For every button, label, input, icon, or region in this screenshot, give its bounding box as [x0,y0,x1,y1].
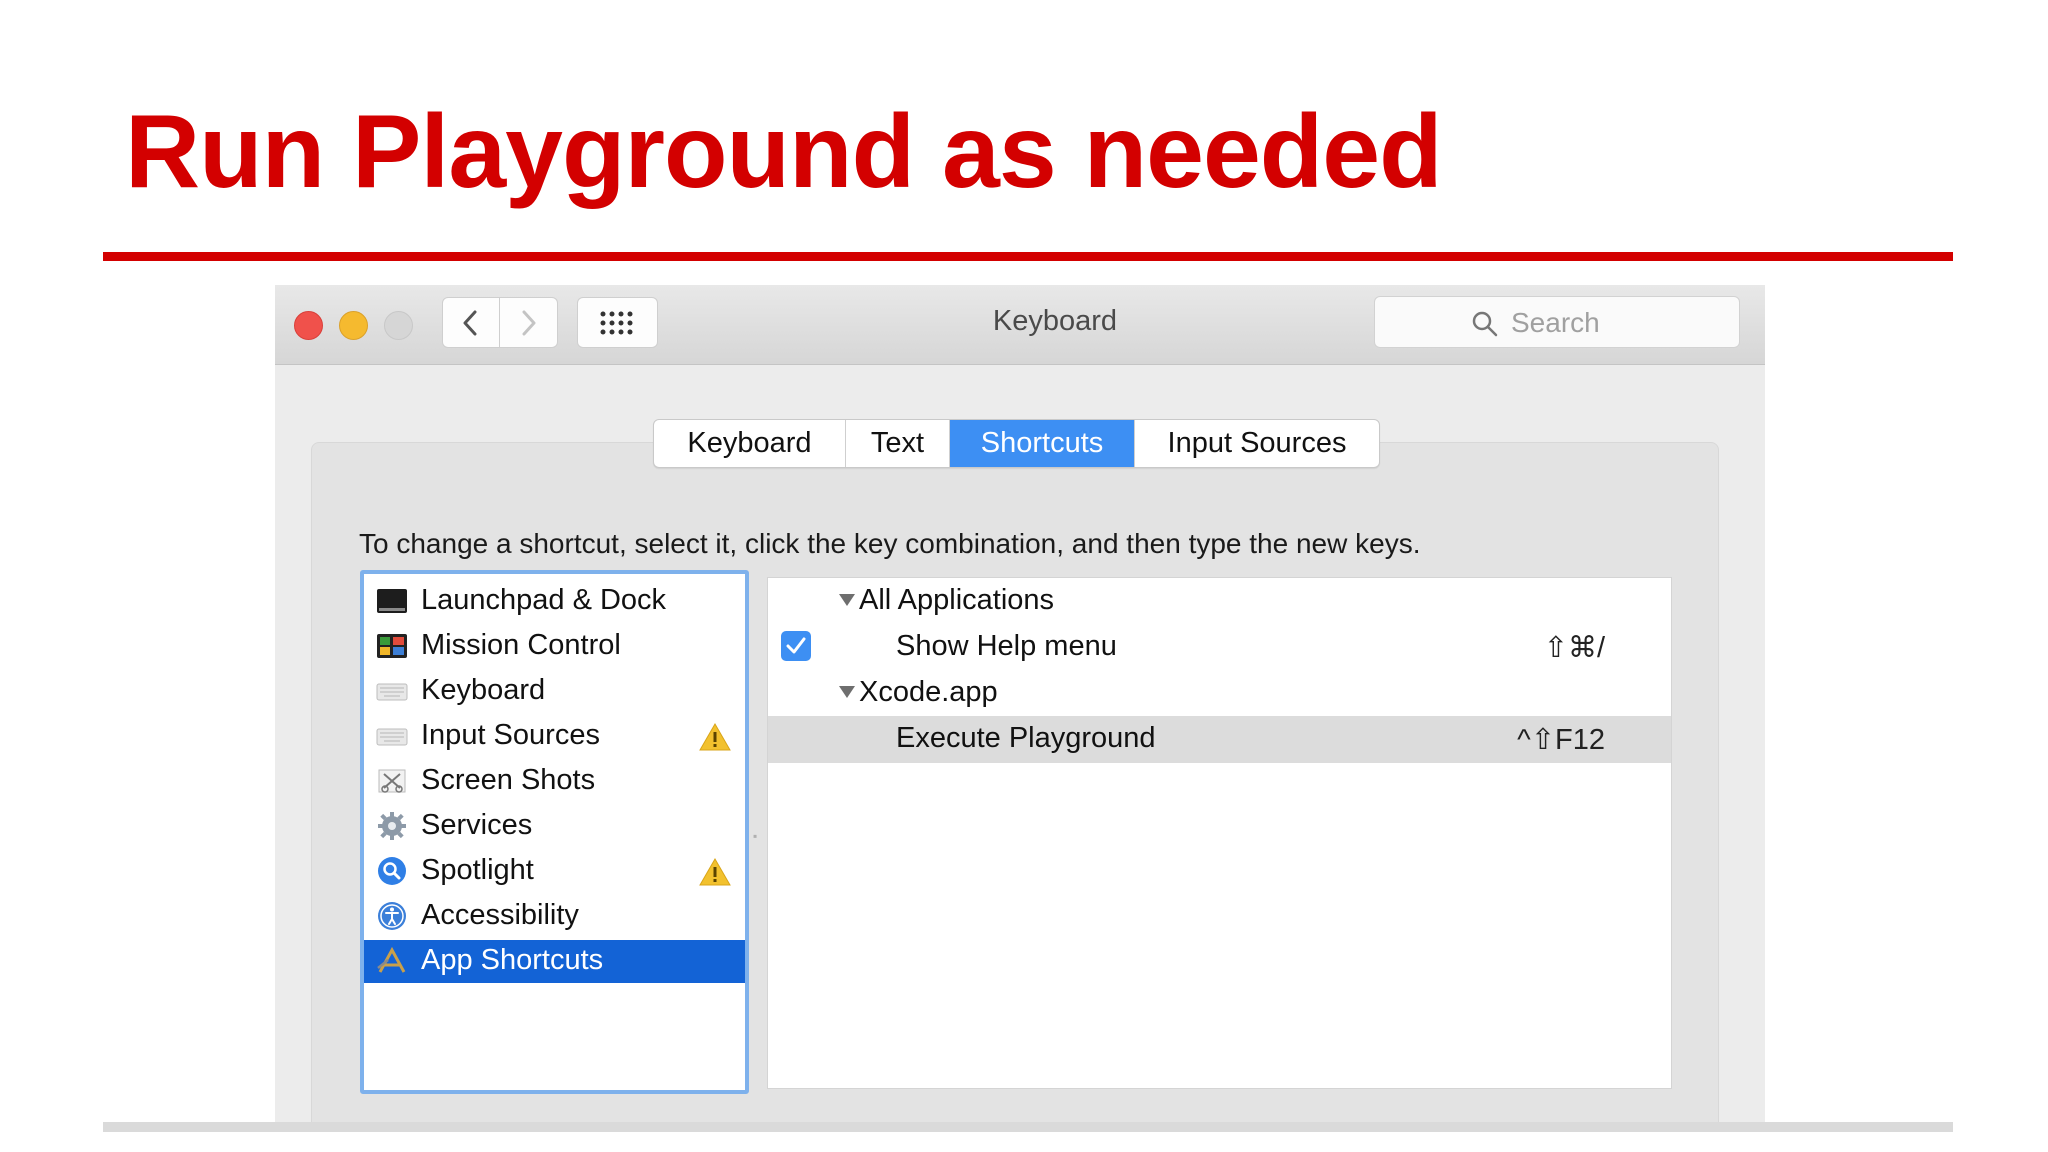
window-title: Keyboard [992,305,1118,337]
chevron-right-icon [522,310,536,336]
category-item-services[interactable]: Services [364,805,745,848]
shortcut-group-all-applications[interactable]: All Applications [768,578,1671,625]
mission-control-icon [377,634,407,658]
warning-icon [699,857,731,886]
shortcut-row-execute-playground[interactable]: Execute Playground ^⇧F12 [768,716,1671,763]
shortcut-row-show-help-menu[interactable]: Show Help menu ⇧⌘/ [768,624,1671,671]
shortcut-list[interactable]: All Applications Show Help menu ⇧⌘/ Xcod… [767,577,1672,1089]
category-item-screen-shots[interactable]: Screen Shots [364,760,745,803]
accessibility-icon [378,902,406,930]
search-icon [1472,311,1498,337]
window-titlebar: Keyboard Search [275,285,1765,365]
spotlight-icon [378,857,406,885]
disclosure-triangle-icon[interactable] [838,592,856,608]
minimize-window-button[interactable] [339,311,368,340]
shortcut-label: Execute Playground [896,722,1156,754]
close-window-button[interactable] [294,311,323,340]
group-label: Xcode.app [859,676,998,708]
tab-bar: Keyboard Text Shortcuts Input Sources [653,419,1380,468]
category-label: Screen Shots [421,764,596,796]
category-list[interactable]: Launchpad & Dock Mission Control Keyboar… [360,570,749,1094]
category-item-accessibility[interactable]: Accessibility [364,895,745,938]
input-sources-icon [376,728,408,746]
category-item-launchpad-dock[interactable]: Launchpad & Dock [364,580,745,623]
shortcut-enabled-checkbox[interactable] [781,631,811,661]
splitter-handle[interactable]: ▪ [753,829,761,843]
warning-icon [699,722,731,751]
category-label: Spotlight [421,854,534,886]
group-label: All Applications [859,584,1055,616]
shortcut-keys[interactable]: ⇧⌘/ [1544,630,1605,665]
category-label: Keyboard [421,674,546,706]
gear-icon [378,812,406,840]
checkmark-icon [786,637,806,654]
disclosure-triangle-icon[interactable] [838,684,856,700]
category-label: Mission Control [421,629,621,661]
forward-button[interactable] [500,297,558,348]
app-shortcuts-icon [377,946,406,973]
category-label: Input Sources [421,719,600,751]
shortcut-keys[interactable]: ^⇧F12 [1517,722,1605,757]
tab-input-sources[interactable]: Input Sources [1135,420,1379,467]
back-button[interactable] [442,297,500,348]
chevron-left-icon [463,310,477,336]
category-label: Services [421,809,533,841]
shortcut-group-xcode[interactable]: Xcode.app [768,670,1671,717]
tab-text[interactable]: Text [846,420,950,467]
shortcut-label: Show Help menu [896,630,1117,662]
title-divider [103,252,1953,261]
tab-keyboard[interactable]: Keyboard [654,420,846,467]
preferences-window: Keyboard Search Keyboard Text Shortcuts … [275,285,1765,1122]
grid-icon [600,311,633,335]
category-label: App Shortcuts [421,944,604,976]
search-placeholder: Search [1511,307,1600,338]
tab-shortcuts[interactable]: Shortcuts [950,420,1135,467]
category-item-spotlight[interactable]: Spotlight [364,850,745,893]
category-item-input-sources[interactable]: Input Sources [364,715,745,758]
zoom-window-button[interactable] [384,311,413,340]
category-item-mission-control[interactable]: Mission Control [364,625,745,668]
slide-title: Run Playground as needed [125,94,1443,210]
instruction-text: To change a shortcut, select it, click t… [359,528,1421,559]
category-item-app-shortcuts[interactable]: App Shortcuts [364,940,745,983]
footer-divider [103,1122,1953,1132]
search-input[interactable]: Search [1374,296,1740,348]
category-label: Accessibility [421,899,579,931]
launchpad-dock-icon [377,589,407,613]
keyboard-icon [376,683,408,701]
category-item-keyboard[interactable]: Keyboard [364,670,745,713]
screen-shots-icon [378,769,406,793]
show-all-button[interactable] [577,297,658,348]
category-label: Launchpad & Dock [421,584,667,616]
